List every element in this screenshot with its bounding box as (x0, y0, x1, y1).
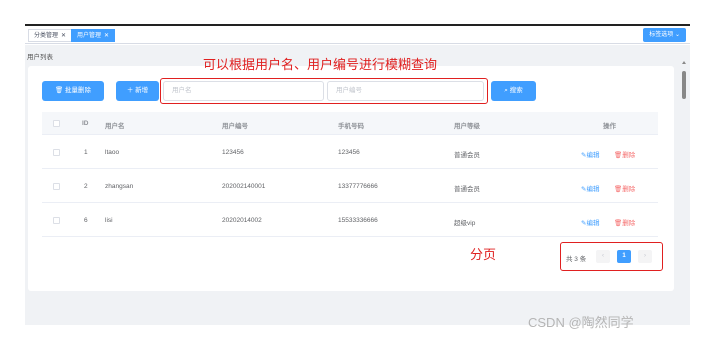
tab-options-label: 标签选项 (649, 32, 674, 38)
add-label: 新增 (135, 87, 149, 94)
next-page-button[interactable]: › (638, 250, 652, 263)
edit-label: 编辑 (586, 220, 600, 227)
cell-level: 普通会员 (454, 152, 480, 159)
search-label: 搜索 (509, 87, 523, 94)
search-button[interactable]: ⌕ 搜索 (491, 81, 536, 101)
tab-category-management[interactable]: 分类管理 ✕ (28, 29, 73, 42)
header-level: 用户等级 (454, 123, 480, 130)
row-checkbox[interactable] (53, 149, 60, 156)
search-highlight-box (160, 78, 488, 104)
chevron-down-icon: ⌄ (674, 32, 680, 38)
cell-userno: 20202014002 (222, 217, 262, 224)
watermark: CSDN @陶然同学 (528, 315, 634, 330)
cell-level: 超级vip (454, 220, 476, 227)
header-userno: 用户编号 (222, 123, 248, 130)
close-icon[interactable]: ✕ (61, 33, 66, 39)
chevron-right-icon: › (644, 253, 646, 259)
search-icon: ⌕ (504, 87, 508, 94)
select-all-checkbox[interactable] (53, 120, 60, 127)
cell-username: lisi (105, 217, 113, 224)
tab-label: 用户管理 (77, 33, 102, 39)
edit-button[interactable]: ✎编辑 (581, 149, 599, 159)
add-button[interactable]: ＋ 新增 (116, 81, 159, 101)
pager-annotation: 分页 (470, 247, 497, 262)
pager-total: 共 3 条 (566, 256, 587, 263)
edit-button[interactable]: ✎编辑 (581, 183, 599, 193)
delete-label: 删除 (622, 186, 636, 193)
table-row: 2 zhangsan 202002140001 13377776666 普通会员… (42, 169, 658, 203)
edit-label: 编辑 (586, 186, 600, 193)
page-button-current[interactable]: 1 (617, 250, 631, 263)
header-username: 用户名 (105, 123, 125, 130)
tab-bar: 分类管理 ✕ 用户管理 ✕ 标签选项 ⌄ (25, 24, 690, 44)
scroll-up-arrow-icon[interactable] (682, 61, 686, 64)
cell-id: 6 (84, 217, 88, 224)
tab-label: 分类管理 (34, 33, 59, 39)
header-phone: 手机号码 (338, 123, 364, 130)
row-checkbox[interactable] (53, 217, 60, 224)
delete-button[interactable]: 🗑删除 (614, 183, 635, 193)
cell-phone: 13377776666 (338, 183, 378, 190)
table-row: 6 lisi 20202014002 15533336666 超级vip ✎编辑… (42, 203, 658, 237)
scrollbar[interactable] (680, 66, 688, 321)
prev-page-button[interactable]: ‹ (596, 250, 610, 263)
breadcrumb: 用户列表 (27, 54, 53, 61)
trash-icon: 🗑 (54, 87, 64, 94)
cell-id: 2 (84, 183, 88, 190)
delete-button[interactable]: 🗑删除 (614, 149, 635, 159)
cell-phone: 123456 (338, 149, 360, 156)
search-annotation: 可以根据用户名、用户编号进行模糊查询 (203, 57, 438, 72)
header-actions: 操作 (603, 123, 616, 130)
chevron-left-icon: ‹ (602, 253, 604, 259)
tab-options-button[interactable]: 标签选项 ⌄ (643, 28, 686, 42)
plus-icon: ＋ (126, 87, 134, 94)
cell-level: 普通会员 (454, 186, 480, 193)
cell-userno: 202002140001 (222, 183, 266, 190)
cell-userno: 123456 (222, 149, 244, 156)
tab-user-management[interactable]: 用户管理 ✕ (71, 29, 116, 42)
row-checkbox[interactable] (53, 183, 60, 190)
edit-button[interactable]: ✎编辑 (581, 217, 599, 227)
cell-phone: 15533336666 (338, 217, 378, 224)
scrollbar-thumb[interactable] (682, 71, 686, 99)
table-header: ID 用户名 用户编号 手机号码 用户等级 操作 (42, 112, 658, 135)
header-id: ID (82, 120, 89, 127)
edit-label: 编辑 (586, 152, 600, 159)
table-row: 1 ltaoo 123456 123456 普通会员 ✎编辑 🗑删除 (42, 135, 658, 169)
delete-label: 删除 (622, 152, 636, 159)
batch-delete-button[interactable]: 🗑 批量删除 (42, 81, 104, 101)
cell-id: 1 (84, 149, 88, 156)
close-icon[interactable]: ✕ (104, 33, 109, 39)
batch-delete-label: 批量删除 (65, 87, 92, 94)
delete-label: 删除 (622, 220, 636, 227)
delete-button[interactable]: 🗑删除 (614, 217, 635, 227)
cell-username: ltaoo (105, 149, 120, 156)
cell-username: zhangsan (105, 183, 134, 190)
pagination: 共 3 条 ‹ 1 › (566, 250, 660, 264)
